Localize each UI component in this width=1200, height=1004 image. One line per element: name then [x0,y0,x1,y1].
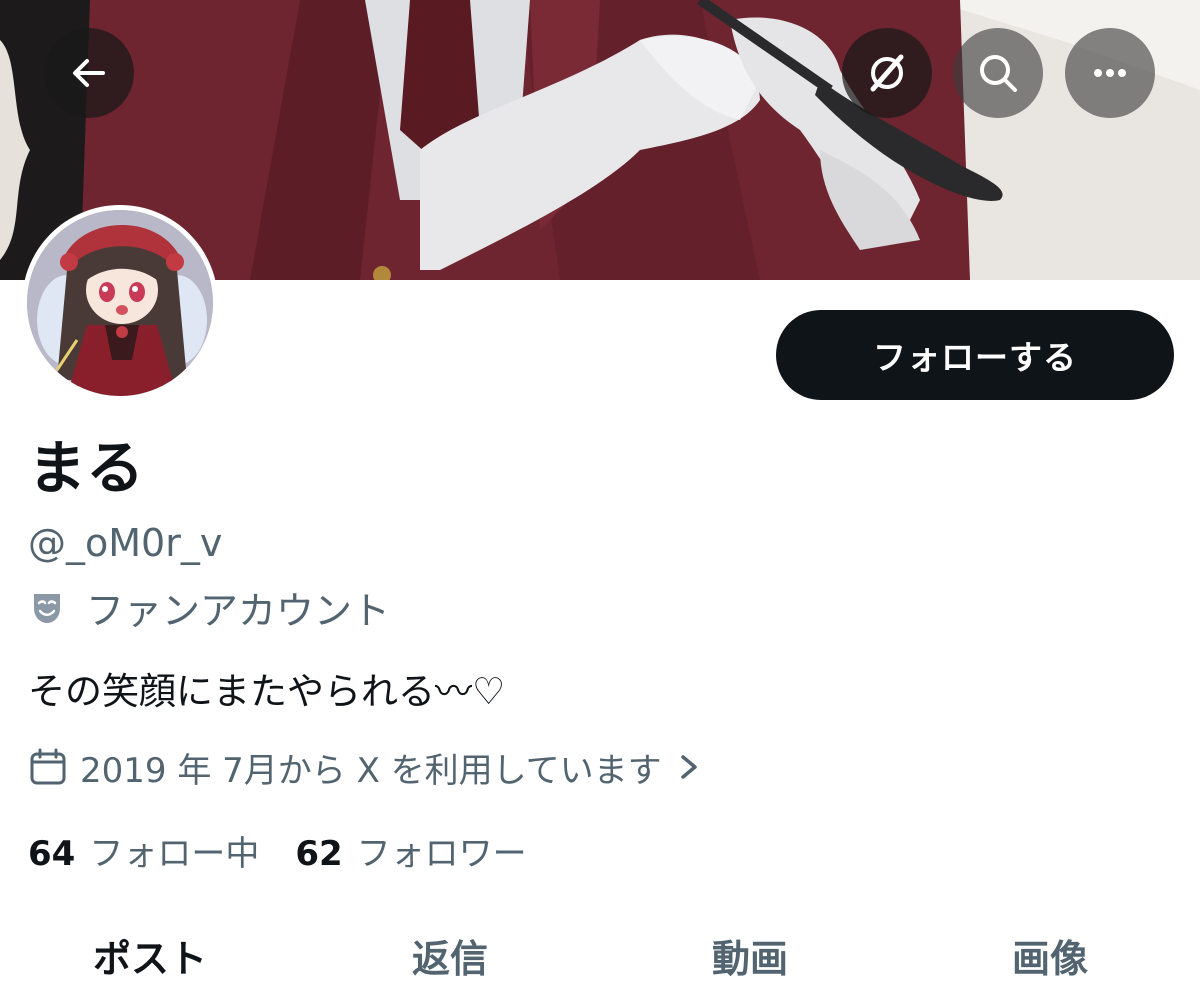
following-link[interactable]: 64 フォロー中 [28,826,259,875]
following-count: 64 [28,833,76,874]
grok-icon [870,54,904,92]
display-name: まる [28,434,145,502]
tab-videos[interactable]: 動画 [600,915,900,995]
more-horizontal-icon [1094,69,1126,77]
chevron-right-icon [680,755,697,779]
profile-tabs: ポスト 返信 動画 画像 [0,915,1200,995]
tab-replies[interactable]: 返信 [300,915,600,995]
user-handle: @_oM0r_v [28,521,223,565]
follow-stats: 64 フォロー中 62 フォロワー [28,822,527,878]
joined-text: 2019 年 7月から X を利用しています [80,750,662,791]
followers-count: 62 [295,833,343,874]
calendar-icon [30,748,66,785]
search-icon [980,55,1017,92]
follow-button-label: フォローする [873,338,1077,377]
search-button[interactable] [953,28,1043,118]
more-button[interactable] [1065,28,1155,118]
back-button[interactable] [44,28,134,118]
tab-posts[interactable]: ポスト [0,915,300,995]
category-label: ファンアカウント [86,588,391,633]
following-label: フォロー中 [89,833,260,874]
profile-page: フォローする まる @_oM0r_v ファンアカウント その笑顔にまたやられる〰… [0,0,1200,1004]
follow-button[interactable]: フォローする [776,310,1174,400]
grok-button[interactable] [842,28,932,118]
avatar-image [27,210,213,396]
profile-bio: その笑顔にまたやられる〰︎♡ [28,670,506,713]
followers-label: フォロワー [356,833,527,874]
joined-date[interactable]: 2019 年 7月から X を利用しています [28,740,702,794]
profile-category: ファンアカウント [28,580,390,634]
avatar[interactable] [22,205,218,401]
arrow-left-icon [73,59,105,87]
theater-mask-icon [34,594,60,623]
followers-link[interactable]: 62 フォロワー [295,826,526,875]
tab-images[interactable]: 画像 [900,915,1200,995]
